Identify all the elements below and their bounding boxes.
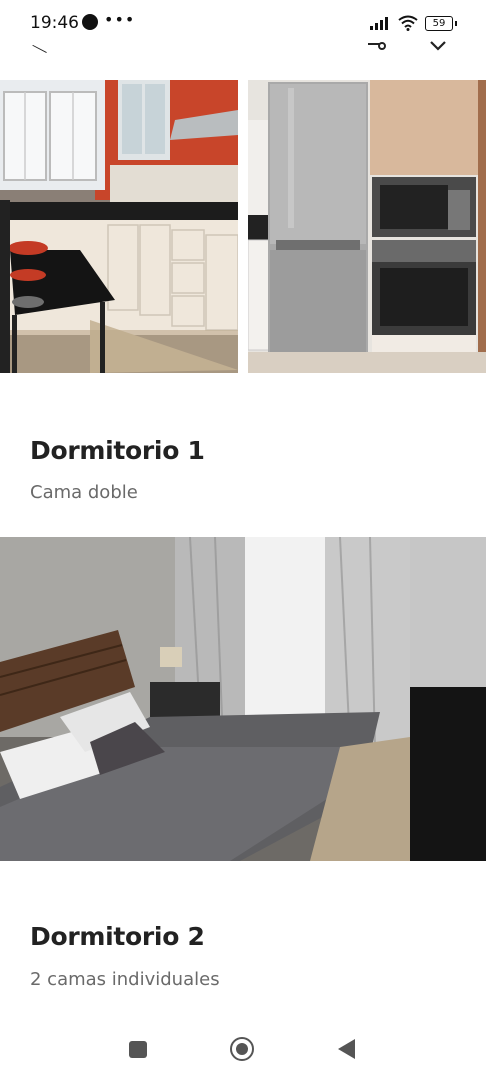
more-notifications-icon: ••• — [104, 10, 136, 29]
room-subtitle: Cama doble — [30, 482, 138, 503]
kitchen-photo-right[interactable] — [248, 80, 486, 373]
messenger-icon — [82, 14, 98, 30]
chevron-down-icon[interactable] — [429, 40, 447, 52]
bedroom-photo[interactable] — [0, 537, 486, 861]
kitchen-photo-left[interactable] — [0, 80, 238, 373]
room-subtitle: 2 camas individuales — [30, 969, 220, 990]
room-title: Dormitorio 1 — [30, 436, 205, 465]
status-time: 19:46 — [30, 13, 79, 33]
kitchen-photos — [0, 80, 486, 373]
share-icon[interactable] — [366, 38, 386, 52]
home-button[interactable] — [230, 1037, 254, 1061]
wifi-icon — [398, 15, 418, 31]
room-title: Dormitorio 2 — [30, 922, 205, 951]
recents-button[interactable] — [129, 1041, 147, 1058]
system-nav-bar — [0, 1020, 486, 1080]
back-button[interactable] — [338, 1039, 355, 1059]
back-icon[interactable]: ╲ — [33, 41, 47, 57]
header-toolbar: ╲ — [0, 38, 486, 60]
battery-icon: 59 — [425, 16, 457, 31]
signal-icon — [370, 16, 392, 30]
battery-level: 59 — [432, 18, 446, 29]
